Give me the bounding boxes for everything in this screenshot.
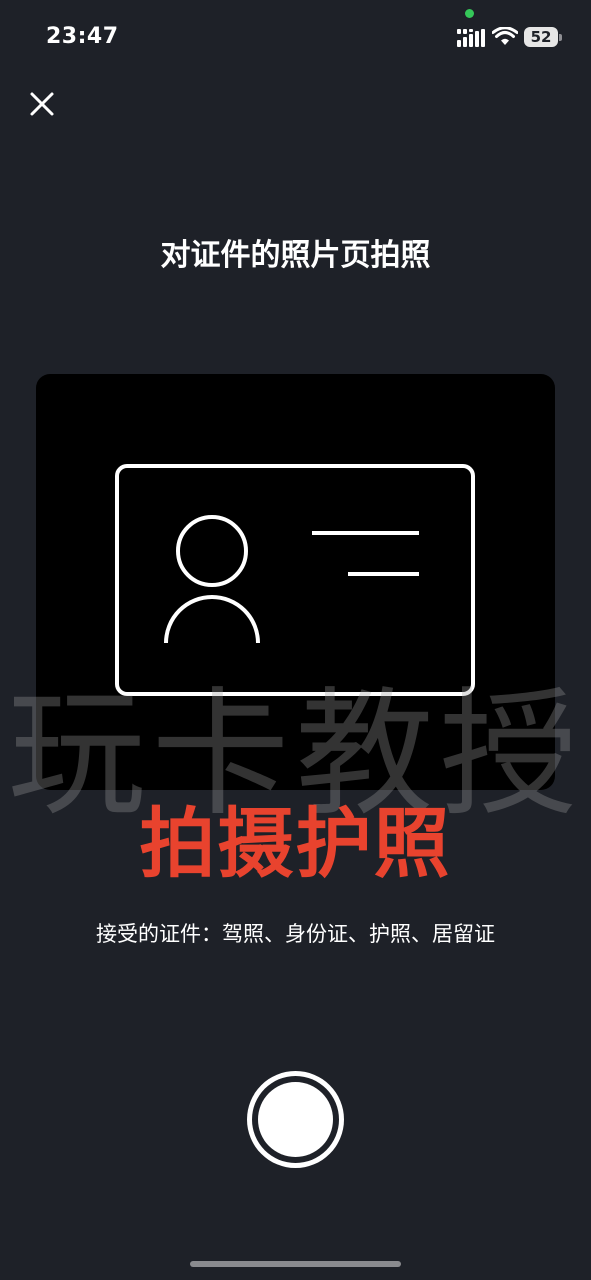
shutter-button[interactable]: [247, 1071, 344, 1168]
battery-icon: 52: [524, 27, 562, 47]
status-time: 23:47: [46, 24, 119, 49]
status-bar: 23:47 52: [0, 0, 591, 70]
signal-icon: [457, 29, 485, 47]
wifi-icon: [492, 27, 518, 45]
accepted-documents-text: 接受的证件：驾照、身份证、护照、居留证: [96, 922, 495, 946]
id-card-icon: [115, 464, 475, 696]
privacy-indicator: [465, 9, 474, 18]
home-indicator[interactable]: [190, 1261, 401, 1267]
capture-type-label: 拍摄护照: [139, 799, 452, 888]
camera-preview: [36, 374, 555, 790]
battery-tip: [559, 34, 562, 41]
close-button[interactable]: [24, 86, 60, 122]
shutter-icon: [258, 1082, 333, 1157]
battery-level: 52: [524, 27, 558, 47]
page-title: 对证件的照片页拍照: [160, 238, 431, 273]
close-icon: [30, 92, 54, 116]
